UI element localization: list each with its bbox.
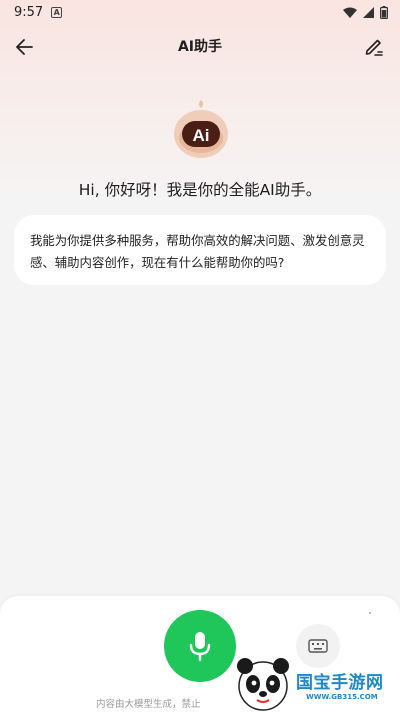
voice-input-button[interactable] [164, 610, 236, 682]
battery-icon [380, 5, 388, 19]
keyboard-input-button[interactable] [296, 624, 340, 668]
watermark-brand: 国宝手游网 [296, 673, 384, 693]
wifi-icon [343, 7, 357, 18]
notification-badge: A [51, 6, 63, 18]
ai-disclaimer-text: 内容由大模型生成，禁止 [96, 699, 201, 710]
status-bar: 9:57 A [0, 0, 400, 24]
message-line-1: 我能为你提供多种服务，帮助你高效的解决问题、激发创意灵 [30, 233, 365, 248]
ai-mascot-logo: Ai [174, 100, 228, 158]
panda-watermark-logo [237, 658, 289, 711]
edit-icon[interactable] [362, 34, 386, 58]
greeting-text: Hi, 你好呀！我是你的全能AI助手。 [78, 181, 322, 199]
keyboard-icon [308, 639, 328, 653]
page-title: AI助手 [177, 39, 223, 55]
app-header: AI助手 [0, 26, 400, 68]
watermark-url: WWW.GB315.COM [306, 693, 378, 701]
status-time: 9:57 [14, 4, 44, 20]
mascot-label: Ai [193, 126, 210, 145]
message-line-2: 感、辅助内容创作，现在有什么能帮助你的吗? [30, 255, 285, 270]
microphone-icon [189, 632, 211, 662]
panel-indicator-dot [369, 612, 371, 614]
assistant-message-bubble: 我能为你提供多种服务，帮助你高效的解决问题、激发创意灵 感、辅助内容创作，现在有… [14, 215, 386, 285]
signal-icon [363, 6, 374, 18]
